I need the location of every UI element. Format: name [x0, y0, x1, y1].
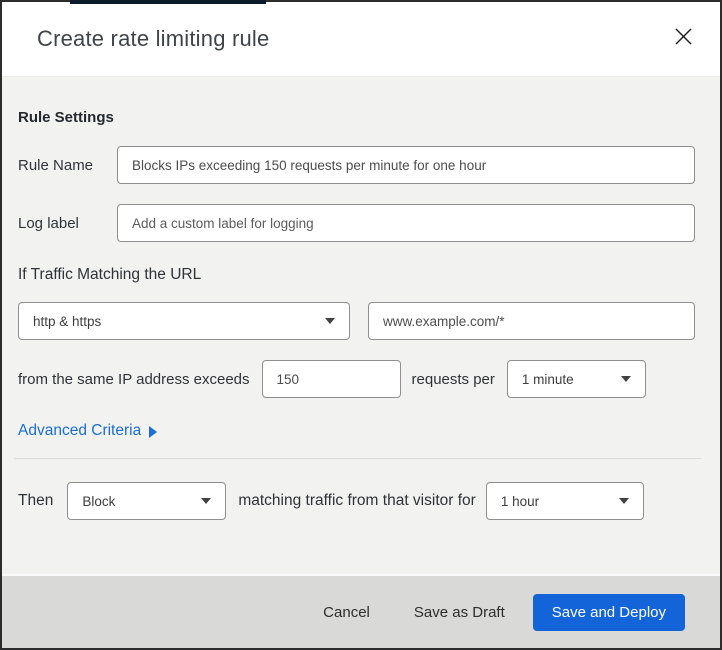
dialog-body: Rule Settings Rule Name Log label If Tra…: [2, 77, 720, 574]
period-select-value: 1 minute: [521, 371, 574, 387]
log-label-row: Log label: [18, 204, 695, 242]
section-divider: [14, 458, 701, 459]
threshold-prefix-label: from the same IP address exceeds: [18, 370, 250, 388]
rule-name-row: Rule Name: [18, 146, 695, 184]
chevron-down-icon: [325, 318, 335, 324]
chevron-down-icon: [201, 498, 212, 504]
request-count-input[interactable]: [261, 360, 401, 398]
cancel-button[interactable]: Cancel: [323, 604, 370, 621]
rule-settings-heading: Rule Settings: [18, 109, 114, 126]
url-pattern-input[interactable]: [368, 302, 695, 340]
page: Create rate limiting rule Rule Settings …: [0, 0, 722, 650]
close-button[interactable]: [671, 24, 696, 54]
traffic-match-row: http & https: [18, 302, 695, 340]
then-middle-label: matching traffic from that visitor for: [238, 492, 476, 509]
dialog-title: Create rate limiting rule: [37, 26, 270, 51]
save-and-deploy-button[interactable]: Save and Deploy: [532, 593, 685, 631]
chevron-down-icon: [620, 376, 631, 382]
threshold-row: from the same IP address exceeds request…: [18, 360, 695, 398]
duration-select[interactable]: 1 hour: [485, 482, 644, 520]
chevron-down-icon: [618, 498, 629, 504]
chevron-right-icon: [149, 426, 158, 438]
duration-select-value: 1 hour: [500, 493, 540, 509]
traffic-match-label: If Traffic Matching the URL: [18, 266, 202, 283]
scheme-select-value: http & https: [33, 313, 102, 329]
rule-name-label: Rule Name: [18, 156, 94, 174]
close-icon: [675, 28, 692, 50]
log-label-input[interactable]: [117, 204, 695, 242]
requests-per-label: requests per: [411, 370, 495, 388]
dialog-footer: Cancel Save as Draft Save and Deploy: [2, 574, 720, 648]
then-label: Then: [18, 492, 54, 509]
scheme-select[interactable]: http & https: [18, 302, 350, 340]
then-row: Then Block matching traffic from that vi…: [18, 482, 695, 520]
period-select[interactable]: 1 minute: [506, 360, 646, 398]
advanced-criteria-link[interactable]: Advanced Criteria: [18, 422, 158, 440]
action-select-value: Block: [82, 493, 116, 509]
rule-name-input[interactable]: [117, 146, 695, 184]
log-label-label: Log label: [18, 214, 79, 232]
action-select[interactable]: Block: [67, 482, 227, 520]
dialog-header: Create rate limiting rule: [2, 2, 720, 77]
advanced-criteria-label: Advanced Criteria: [18, 422, 142, 439]
save-as-draft-button[interactable]: Save as Draft: [414, 604, 505, 621]
create-rate-limiting-rule-dialog: Create rate limiting rule Rule Settings …: [0, 0, 722, 650]
background-page-strip: [70, 0, 266, 4]
